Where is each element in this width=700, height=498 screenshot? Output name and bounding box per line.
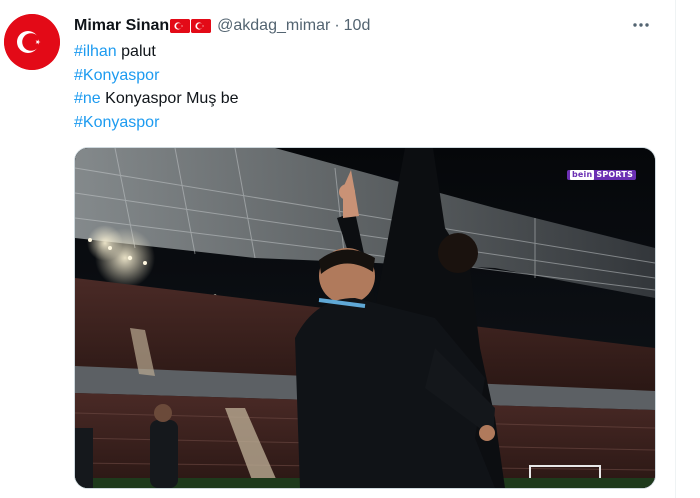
broadcaster-logo-right: SPORTS <box>596 170 634 179</box>
hashtag-link[interactable]: #Konyaspor <box>74 67 159 84</box>
tweet-text-line: #ne Konyaspor Muş be <box>74 87 239 111</box>
tweet-text-line: #Konyaspor <box>74 111 239 135</box>
tweet-text-line: #Konyaspor <box>74 64 239 88</box>
broadcaster-logo-left: bein <box>570 170 595 180</box>
hashtag-link[interactable]: #ilhan <box>74 43 117 60</box>
tweet-timestamp[interactable]: 10d <box>344 17 371 35</box>
tweet-text: #ilhan palut #Konyaspor #ne Konyaspor Mu… <box>74 40 239 134</box>
author-handle[interactable]: @akdag_mimar <box>217 17 330 35</box>
tweet-text-fragment: palut <box>116 43 156 60</box>
tweet-text-fragment: Konyaspor Muş be <box>100 90 239 107</box>
avatar[interactable] <box>4 14 60 70</box>
tweet-text-line: #ilhan palut <box>74 40 239 64</box>
stadium-photo <box>75 148 655 488</box>
tweet-header: Mimar Sinan @akdag_mimar · 10d <box>74 15 370 37</box>
tweet-card[interactable]: Mimar Sinan @akdag_mimar · 10d #ilhan pa… <box>0 0 676 498</box>
author-name[interactable]: Mimar Sinan <box>74 17 169 35</box>
broadcaster-logo: bein SPORTS <box>567 170 637 180</box>
hashtag-link[interactable]: #ne <box>74 90 101 107</box>
hashtag-link[interactable]: #Konyaspor <box>74 114 159 131</box>
flag-emojis <box>169 19 212 33</box>
more-horizontal-icon <box>633 23 649 27</box>
turkish-flag-avatar-icon <box>4 14 60 70</box>
more-options-button[interactable] <box>628 14 654 36</box>
turkish-flag-icon <box>170 19 191 33</box>
separator-dot: · <box>334 17 340 34</box>
turkish-flag-icon <box>191 19 212 33</box>
tweet-media-photo[interactable]: bein SPORTS <box>74 147 656 489</box>
